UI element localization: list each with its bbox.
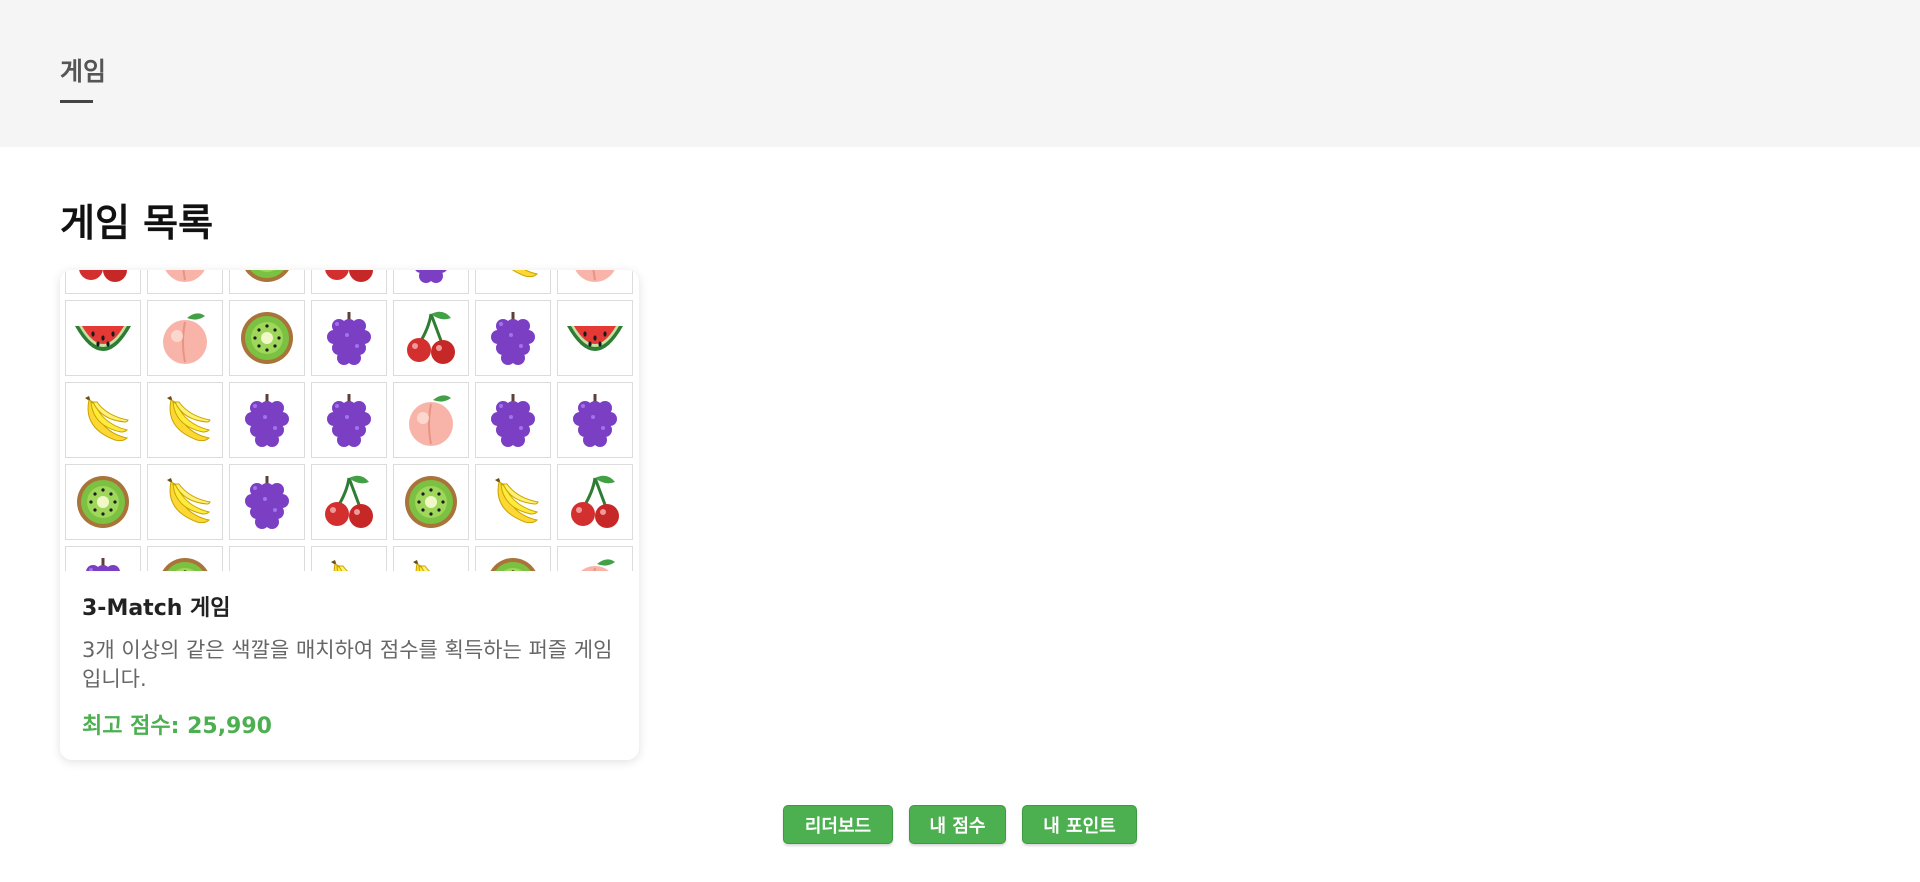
kiwi-icon — [71, 470, 135, 534]
board-cell — [475, 300, 551, 376]
kiwi-icon — [153, 552, 217, 571]
cherry-icon — [317, 270, 381, 288]
cherry-icon — [563, 470, 627, 534]
kiwi-icon — [235, 270, 299, 288]
board-cell — [65, 300, 141, 376]
leaderboard-button[interactable]: 리더보드 — [783, 805, 893, 844]
kiwi-icon — [235, 306, 299, 370]
grape-icon — [71, 552, 135, 571]
board-cell — [147, 382, 223, 458]
grape-icon — [481, 306, 545, 370]
board-cell — [229, 464, 305, 540]
board-cell — [147, 546, 223, 571]
my-score-button[interactable]: 내 점수 — [909, 805, 1006, 844]
peach-icon — [563, 270, 627, 288]
grape-icon — [317, 306, 381, 370]
banana-icon — [153, 470, 217, 534]
watermelon-icon — [71, 306, 135, 370]
board-cell — [65, 270, 141, 294]
grape-icon — [235, 388, 299, 452]
banana-icon — [481, 470, 545, 534]
banana-icon — [153, 388, 217, 452]
kiwi-icon — [399, 470, 463, 534]
header-title: 게임 — [60, 57, 107, 86]
game-card-title: 3-Match 게임 — [82, 596, 231, 621]
board-cell — [311, 270, 387, 294]
game-list-title: 게임 목록 — [60, 201, 214, 245]
board-cell — [557, 382, 633, 458]
board-cell — [147, 300, 223, 376]
board-cell — [475, 382, 551, 458]
header-title-underline — [60, 100, 93, 103]
board-cell — [147, 270, 223, 294]
banana-icon — [399, 552, 463, 571]
grape-icon — [563, 388, 627, 452]
banana-icon — [71, 388, 135, 452]
grape-icon — [317, 388, 381, 452]
banana-icon — [317, 552, 381, 571]
board-cell — [229, 270, 305, 294]
board-cell — [393, 270, 469, 294]
board-cell — [557, 300, 633, 376]
board-cell — [65, 464, 141, 540]
kiwi-icon — [481, 552, 545, 571]
board-cell — [311, 382, 387, 458]
game-preview-board — [60, 270, 639, 571]
board-cell — [475, 270, 551, 294]
board-cell — [65, 382, 141, 458]
bottom-button-bar: 리더보드 내 점수 내 포인트 — [0, 805, 1920, 844]
game-card-description: 3개 이상의 같은 색깔을 매치하여 점수를 획득하는 퍼즐 게임입니다. — [82, 638, 613, 691]
game-card-3match[interactable]: 3-Match 게임 3개 이상의 같은 색깔을 매치하여 점수를 획득하는 퍼… — [60, 270, 639, 760]
board-cell — [393, 546, 469, 571]
peach-icon — [563, 552, 627, 571]
board-cell — [557, 464, 633, 540]
board-cell — [557, 546, 633, 571]
board-cell — [311, 300, 387, 376]
my-points-button[interactable]: 내 포인트 — [1022, 805, 1137, 844]
top-header: 게임 — [0, 0, 1920, 147]
cherry-icon — [317, 470, 381, 534]
board-cell — [393, 382, 469, 458]
grape-icon — [481, 388, 545, 452]
board-cell — [393, 300, 469, 376]
watermelon-icon — [563, 306, 627, 370]
board-cell — [229, 546, 305, 571]
board-cell — [65, 546, 141, 571]
game-card-body: 3-Match 게임 3개 이상의 같은 색깔을 매치하여 점수를 획득하는 퍼… — [82, 590, 622, 740]
grape-icon — [399, 270, 463, 288]
peach-icon — [153, 270, 217, 288]
board-cell — [147, 464, 223, 540]
banana-icon — [481, 270, 545, 288]
cherry-icon — [71, 270, 135, 288]
board-cell — [475, 464, 551, 540]
board-cell — [311, 464, 387, 540]
peach-icon — [153, 306, 217, 370]
grape-icon — [235, 470, 299, 534]
game-card-best-score: 최고 점수: 25,990 — [82, 714, 272, 739]
board-cell — [475, 546, 551, 571]
board-cell — [393, 464, 469, 540]
board-cell — [557, 270, 633, 294]
board-cell — [229, 382, 305, 458]
board-cell — [311, 546, 387, 571]
peach-icon — [399, 388, 463, 452]
fruit-grid — [65, 270, 633, 571]
board-cell — [229, 300, 305, 376]
cherry-icon — [399, 306, 463, 370]
